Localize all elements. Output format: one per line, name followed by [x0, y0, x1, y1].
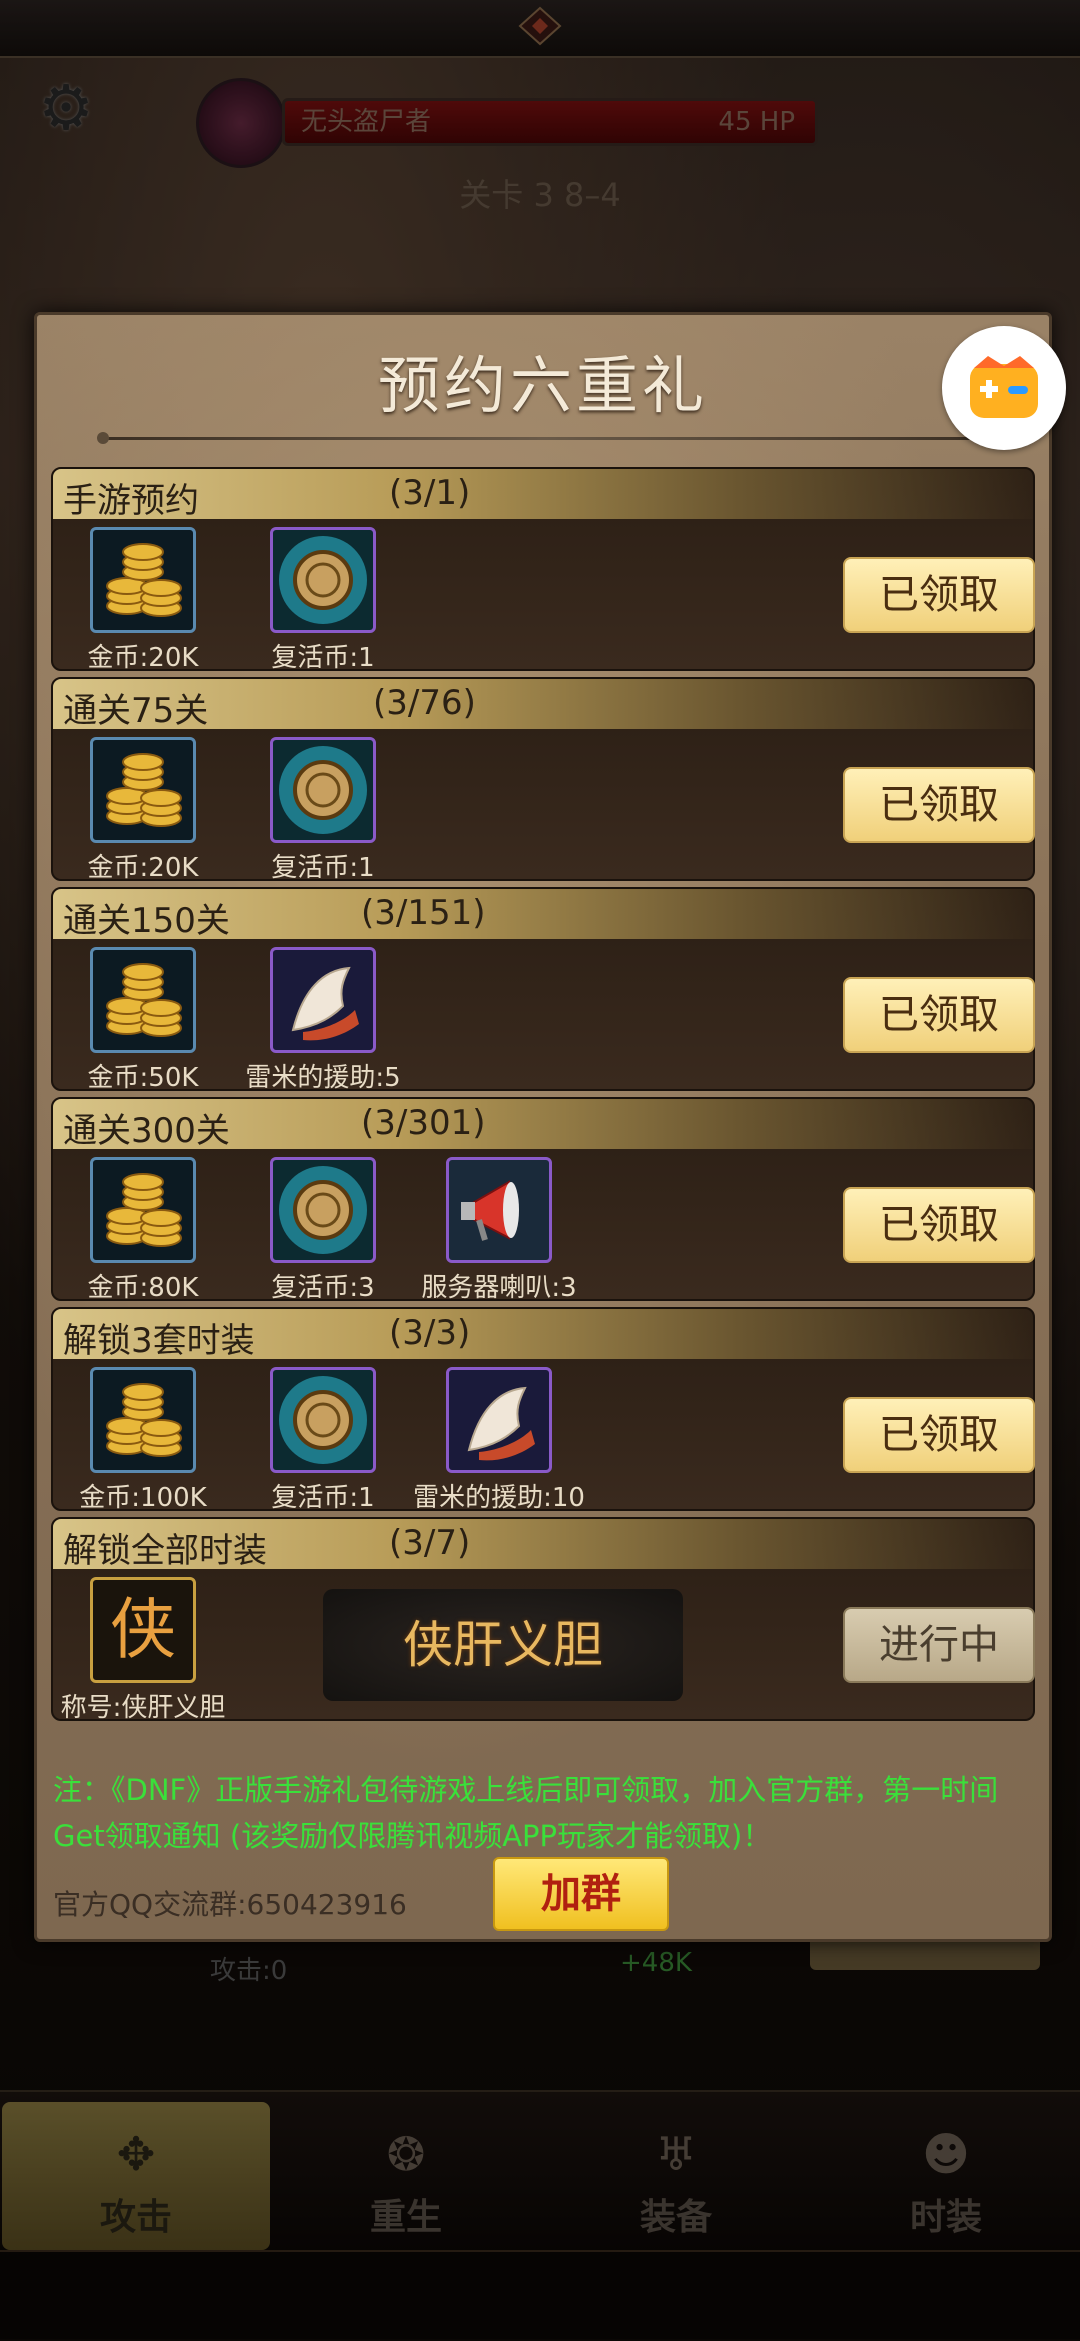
row-title: 解锁全部时装 [63, 1531, 267, 1571]
row-header: 解锁3套时装 (3/3) [53, 1309, 1033, 1361]
revive-coin-icon [270, 527, 376, 633]
gold-coins-icon [90, 947, 196, 1053]
item-label: 金币:100K [79, 1483, 207, 1513]
qq-group-text: 官方QQ交流群:650423916 [53, 1888, 407, 1921]
claimed-button[interactable]: 已领取 [843, 977, 1035, 1053]
row-header: 手游预约 (3/1) [53, 469, 1033, 521]
notice-text: 注：《DNF》正版手游礼包待游戏上线后即可领取，加入官方群，第一时间Get领取通… [53, 1773, 999, 1853]
glove-icon [270, 947, 376, 1053]
gamepad-icon [970, 356, 1038, 418]
reward-item[interactable]: 金币:50K [53, 947, 233, 1094]
reward-row: 通关75关 (3/76) 金币:20K 复活币:1 已领取 [51, 677, 1035, 884]
reward-item[interactable]: 复活币:3 [233, 1157, 413, 1304]
item-label: 金币:50K [87, 1063, 199, 1093]
item-label: 雷米的援助:10 [413, 1483, 585, 1513]
item-label: 服务器喇叭:3 [421, 1273, 577, 1303]
gold-coins-icon [90, 737, 196, 843]
reward-row: 通关150关 (3/151) 金币:50K 雷米的援助:5 已领取 [51, 887, 1035, 1094]
item-label: 雷米的援助:5 [245, 1063, 401, 1093]
gold-coins-icon [90, 1367, 196, 1473]
title-badge-icon: 侠 [90, 1577, 196, 1683]
item-label: 复活币:1 [271, 853, 375, 883]
in-progress-button[interactable]: 进行中 [843, 1607, 1035, 1683]
title-banner: 侠肝义胆 [323, 1589, 683, 1701]
row-header: 通关75关 (3/76) [53, 679, 1033, 731]
item-label: 复活币:3 [271, 1273, 375, 1303]
row-progress: (3/3) [389, 1313, 471, 1353]
item-label: 金币:20K [87, 853, 199, 883]
reward-row: 解锁全部时装 (3/7) 侠 称号:侠肝义胆 侠肝义胆 进行中 [51, 1517, 1035, 1724]
reward-row: 通关300关 (3/301) 金币:80K 复活币:3 服务器喇叭:3 已领取 [51, 1097, 1035, 1304]
row-progress: (3/301) [361, 1103, 486, 1143]
row-header: 通关300关 (3/301) [53, 1099, 1033, 1151]
reservation-gift-modal: 预约六重礼 手游预约 (3/1) 金币:20K 复活币:1 已领取 通关75关 … [34, 312, 1052, 1942]
row-progress: (3/151) [361, 893, 486, 933]
reward-item[interactable]: 复活币:1 [233, 1367, 413, 1514]
reward-item[interactable]: 服务器喇叭:3 [409, 1157, 589, 1304]
reward-item[interactable]: 金币:80K [53, 1157, 233, 1304]
claimed-button[interactable]: 已领取 [843, 1187, 1035, 1263]
title-divider [97, 432, 985, 444]
reward-item[interactable]: 金币:20K [53, 527, 233, 674]
row-progress: (3/76) [373, 683, 476, 723]
row-title: 手游预约 [63, 481, 199, 521]
join-group-button[interactable]: 加群 [493, 1857, 669, 1931]
row-title: 通关150关 [63, 901, 230, 941]
gold-coins-icon [90, 527, 196, 633]
glove-icon [446, 1367, 552, 1473]
reward-item[interactable]: 复活币:1 [233, 527, 413, 674]
revive-coin-icon [270, 737, 376, 843]
reward-item[interactable]: 雷米的援助:5 [233, 947, 413, 1094]
item-label: 金币:20K [87, 643, 199, 673]
row-header: 解锁全部时装 (3/7) [53, 1519, 1033, 1571]
claimed-button[interactable]: 已领取 [843, 557, 1035, 633]
row-title: 解锁3套时装 [63, 1321, 255, 1361]
revive-coin-icon [270, 1157, 376, 1263]
item-label: 称号:侠肝义胆 [60, 1693, 226, 1723]
reward-row: 手游预约 (3/1) 金币:20K 复活币:1 已领取 [51, 467, 1035, 674]
reward-item[interactable]: 复活币:1 [233, 737, 413, 884]
reward-item[interactable]: 雷米的援助:10 [409, 1367, 589, 1514]
megaphone-icon [446, 1157, 552, 1263]
reward-row: 解锁3套时装 (3/3) 金币:100K 复活币:1 雷米的援助:10 已领取 [51, 1307, 1035, 1514]
row-title: 通关75关 [63, 691, 209, 731]
revive-coin-icon [270, 1367, 376, 1473]
modal-title: 预约六重礼 [377, 349, 708, 422]
reward-item[interactable]: 金币:100K [53, 1367, 233, 1514]
gold-coins-icon [90, 1157, 196, 1263]
row-title: 通关300关 [63, 1111, 230, 1151]
row-progress: (3/1) [389, 473, 471, 513]
row-progress: (3/7) [389, 1523, 471, 1563]
item-label: 金币:80K [87, 1273, 199, 1303]
reward-item[interactable]: 金币:20K [53, 737, 233, 884]
claimed-button[interactable]: 已领取 [843, 767, 1035, 843]
row-header: 通关150关 (3/151) [53, 889, 1033, 941]
item-label: 复活币:1 [271, 1483, 375, 1513]
item-label: 复活币:1 [271, 643, 375, 673]
game-center-badge[interactable] [942, 326, 1066, 450]
reward-item[interactable]: 侠 称号:侠肝义胆 [53, 1577, 233, 1724]
claimed-button[interactable]: 已领取 [843, 1397, 1035, 1473]
